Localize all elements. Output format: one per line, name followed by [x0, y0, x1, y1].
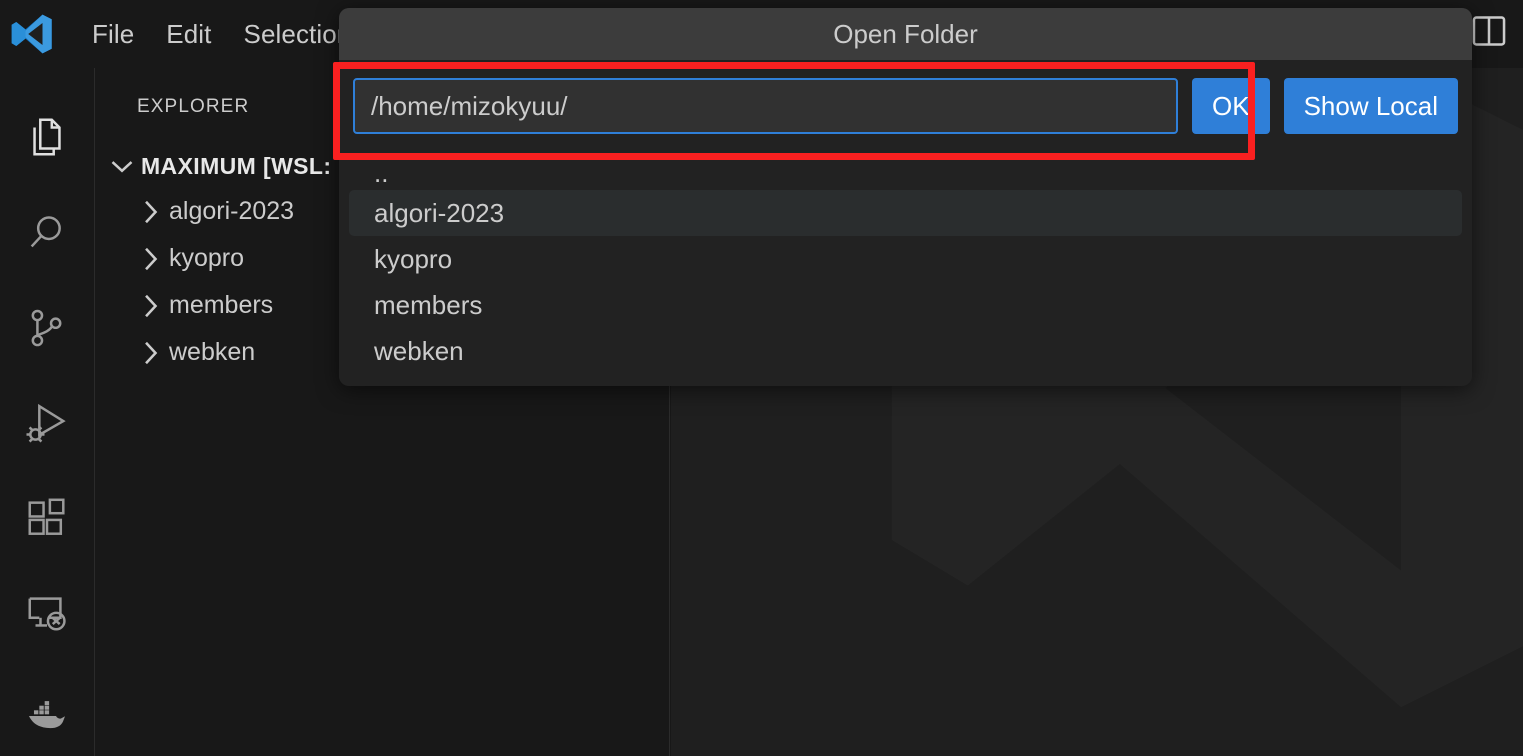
sidebar-item-search[interactable]	[0, 185, 95, 280]
tree-root-label: MAXIMUM [WSL: U	[141, 152, 356, 179]
sidebar-item-docker[interactable]	[0, 661, 95, 756]
tree-item-label: webken	[169, 338, 256, 366]
remote-explorer-monitor-icon	[28, 597, 66, 631]
list-item-algori-2023[interactable]: algori-2023	[349, 190, 1462, 236]
activity-bar	[0, 68, 95, 756]
show-local-button[interactable]: Show Local	[1283, 78, 1458, 134]
sidebar-item-remote-explorer[interactable]	[0, 566, 95, 661]
sidebar-item-explorer[interactable]	[0, 90, 95, 185]
files-explorer-icon	[33, 118, 61, 156]
menu-bar: File Edit Selection	[76, 15, 367, 54]
dialog-title: Open Folder	[339, 8, 1472, 60]
menu-item-file[interactable]: File	[76, 15, 150, 54]
vscode-logo	[11, 14, 52, 54]
list-item-webken[interactable]: webken	[349, 328, 1462, 374]
source-control-branch-icon	[31, 309, 62, 347]
folder-path-input[interactable]	[353, 78, 1178, 134]
extensions-blocks-icon	[28, 498, 65, 536]
sidebar-item-source-control[interactable]	[0, 280, 95, 375]
folder-entry-list: .. algori-2023 kyopro members webken	[339, 152, 1472, 384]
tree-item-label: kyopro	[169, 244, 245, 272]
list-item-kyopro[interactable]: kyopro	[349, 236, 1462, 282]
ok-button[interactable]: OK	[1192, 78, 1270, 134]
run-and-debug-icon	[26, 403, 66, 443]
sidebar-item-run-debug[interactable]	[0, 375, 95, 470]
chevron-right-icon	[145, 341, 158, 364]
chevron-right-icon	[145, 247, 158, 270]
tree-item-label: members	[169, 291, 274, 319]
vscode-window: File Edit Selection EXPLORER MAXIMUM [WS…	[0, 0, 1523, 756]
search-icon	[30, 215, 61, 247]
list-item-members[interactable]: members	[349, 282, 1462, 328]
docker-whale-icon	[28, 701, 66, 729]
open-folder-dialog: Open Folder OK Show Local .. algori-2023…	[339, 8, 1472, 386]
sidebar-item-extensions[interactable]	[0, 471, 95, 566]
chevron-right-icon	[145, 200, 158, 223]
chevron-right-icon	[145, 294, 158, 317]
tree-item-label: algori-2023	[169, 197, 295, 225]
menu-item-edit[interactable]: Edit	[150, 15, 227, 54]
dialog-input-row: OK Show Local	[339, 60, 1472, 152]
split-editor-icon[interactable]	[1469, 12, 1509, 50]
chevron-down-icon	[111, 161, 133, 173]
list-item-parent-directory[interactable]: ..	[349, 156, 1462, 190]
